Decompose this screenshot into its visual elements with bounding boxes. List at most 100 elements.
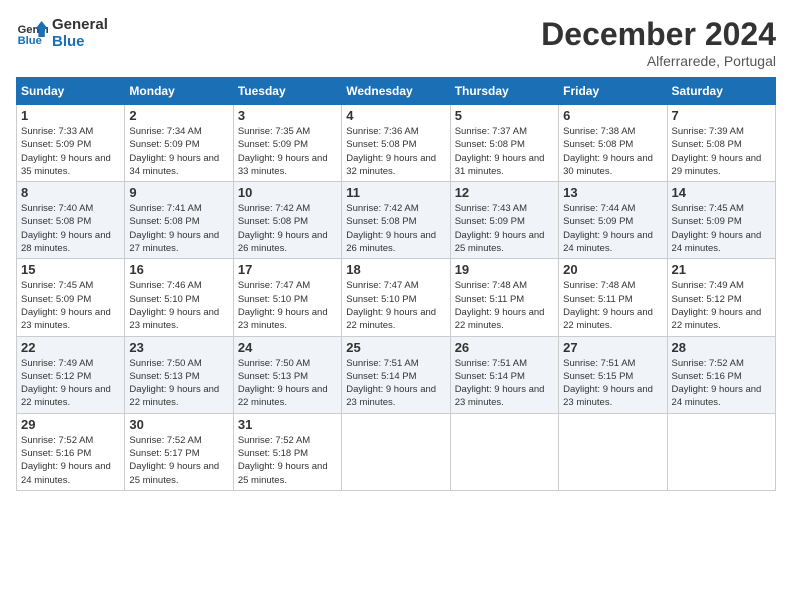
day-number: 31 xyxy=(238,417,337,432)
day-number: 12 xyxy=(455,185,554,200)
calendar-cell: 25 Sunrise: 7:51 AM Sunset: 5:14 PM Dayl… xyxy=(342,336,450,413)
calendar-cell: 29 Sunrise: 7:52 AM Sunset: 5:16 PM Dayl… xyxy=(17,413,125,490)
calendar-cell: 12 Sunrise: 7:43 AM Sunset: 5:09 PM Dayl… xyxy=(450,182,558,259)
calendar-cell: 4 Sunrise: 7:36 AM Sunset: 5:08 PM Dayli… xyxy=(342,105,450,182)
day-number: 10 xyxy=(238,185,337,200)
calendar-cell: 24 Sunrise: 7:50 AM Sunset: 5:13 PM Dayl… xyxy=(233,336,341,413)
day-number: 14 xyxy=(672,185,771,200)
day-number: 4 xyxy=(346,108,445,123)
calendar-cell: 30 Sunrise: 7:52 AM Sunset: 5:17 PM Dayl… xyxy=(125,413,233,490)
cell-content: Sunrise: 7:38 AM Sunset: 5:08 PM Dayligh… xyxy=(563,125,662,178)
day-number: 11 xyxy=(346,185,445,200)
logo-line2: Blue xyxy=(52,33,108,50)
calendar-cell xyxy=(450,413,558,490)
calendar-cell: 16 Sunrise: 7:46 AM Sunset: 5:10 PM Dayl… xyxy=(125,259,233,336)
calendar-row: 15 Sunrise: 7:45 AM Sunset: 5:09 PM Dayl… xyxy=(17,259,776,336)
col-saturday: Saturday xyxy=(667,78,775,105)
calendar-table: Sunday Monday Tuesday Wednesday Thursday… xyxy=(16,77,776,491)
cell-content: Sunrise: 7:44 AM Sunset: 5:09 PM Dayligh… xyxy=(563,202,662,255)
cell-content: Sunrise: 7:39 AM Sunset: 5:08 PM Dayligh… xyxy=(672,125,771,178)
col-sunday: Sunday xyxy=(17,78,125,105)
calendar-cell xyxy=(667,413,775,490)
cell-content: Sunrise: 7:49 AM Sunset: 5:12 PM Dayligh… xyxy=(672,279,771,332)
header-row: Sunday Monday Tuesday Wednesday Thursday… xyxy=(17,78,776,105)
cell-content: Sunrise: 7:49 AM Sunset: 5:12 PM Dayligh… xyxy=(21,357,120,410)
day-number: 6 xyxy=(563,108,662,123)
calendar-cell: 21 Sunrise: 7:49 AM Sunset: 5:12 PM Dayl… xyxy=(667,259,775,336)
calendar-cell xyxy=(342,413,450,490)
calendar-row: 29 Sunrise: 7:52 AM Sunset: 5:16 PM Dayl… xyxy=(17,413,776,490)
cell-content: Sunrise: 7:45 AM Sunset: 5:09 PM Dayligh… xyxy=(21,279,120,332)
cell-content: Sunrise: 7:51 AM Sunset: 5:14 PM Dayligh… xyxy=(346,357,445,410)
cell-content: Sunrise: 7:51 AM Sunset: 5:14 PM Dayligh… xyxy=(455,357,554,410)
calendar-cell: 14 Sunrise: 7:45 AM Sunset: 5:09 PM Dayl… xyxy=(667,182,775,259)
calendar-cell: 18 Sunrise: 7:47 AM Sunset: 5:10 PM Dayl… xyxy=(342,259,450,336)
calendar-cell: 15 Sunrise: 7:45 AM Sunset: 5:09 PM Dayl… xyxy=(17,259,125,336)
cell-content: Sunrise: 7:46 AM Sunset: 5:10 PM Dayligh… xyxy=(129,279,228,332)
cell-content: Sunrise: 7:36 AM Sunset: 5:08 PM Dayligh… xyxy=(346,125,445,178)
calendar-cell: 26 Sunrise: 7:51 AM Sunset: 5:14 PM Dayl… xyxy=(450,336,558,413)
day-number: 23 xyxy=(129,340,228,355)
col-friday: Friday xyxy=(559,78,667,105)
day-number: 24 xyxy=(238,340,337,355)
calendar-cell: 23 Sunrise: 7:50 AM Sunset: 5:13 PM Dayl… xyxy=(125,336,233,413)
calendar-cell: 31 Sunrise: 7:52 AM Sunset: 5:18 PM Dayl… xyxy=(233,413,341,490)
calendar-cell: 1 Sunrise: 7:33 AM Sunset: 5:09 PM Dayli… xyxy=(17,105,125,182)
cell-content: Sunrise: 7:35 AM Sunset: 5:09 PM Dayligh… xyxy=(238,125,337,178)
day-number: 1 xyxy=(21,108,120,123)
col-wednesday: Wednesday xyxy=(342,78,450,105)
col-monday: Monday xyxy=(125,78,233,105)
calendar-cell: 10 Sunrise: 7:42 AM Sunset: 5:08 PM Dayl… xyxy=(233,182,341,259)
calendar-cell: 17 Sunrise: 7:47 AM Sunset: 5:10 PM Dayl… xyxy=(233,259,341,336)
cell-content: Sunrise: 7:42 AM Sunset: 5:08 PM Dayligh… xyxy=(346,202,445,255)
cell-content: Sunrise: 7:42 AM Sunset: 5:08 PM Dayligh… xyxy=(238,202,337,255)
cell-content: Sunrise: 7:34 AM Sunset: 5:09 PM Dayligh… xyxy=(129,125,228,178)
logo: General Blue General Blue xyxy=(16,16,108,50)
calendar-cell: 3 Sunrise: 7:35 AM Sunset: 5:09 PM Dayli… xyxy=(233,105,341,182)
day-number: 25 xyxy=(346,340,445,355)
cell-content: Sunrise: 7:48 AM Sunset: 5:11 PM Dayligh… xyxy=(455,279,554,332)
day-number: 8 xyxy=(21,185,120,200)
cell-content: Sunrise: 7:52 AM Sunset: 5:17 PM Dayligh… xyxy=(129,434,228,487)
day-number: 13 xyxy=(563,185,662,200)
calendar-cell: 28 Sunrise: 7:52 AM Sunset: 5:16 PM Dayl… xyxy=(667,336,775,413)
location: Alferrarede, Portugal xyxy=(541,53,776,69)
page-header: General Blue General Blue December 2024 … xyxy=(16,16,776,69)
month-title: December 2024 xyxy=(541,16,776,53)
day-number: 30 xyxy=(129,417,228,432)
cell-content: Sunrise: 7:52 AM Sunset: 5:16 PM Dayligh… xyxy=(672,357,771,410)
calendar-cell: 9 Sunrise: 7:41 AM Sunset: 5:08 PM Dayli… xyxy=(125,182,233,259)
cell-content: Sunrise: 7:47 AM Sunset: 5:10 PM Dayligh… xyxy=(238,279,337,332)
calendar-cell: 8 Sunrise: 7:40 AM Sunset: 5:08 PM Dayli… xyxy=(17,182,125,259)
cell-content: Sunrise: 7:37 AM Sunset: 5:08 PM Dayligh… xyxy=(455,125,554,178)
calendar-row: 22 Sunrise: 7:49 AM Sunset: 5:12 PM Dayl… xyxy=(17,336,776,413)
cell-content: Sunrise: 7:52 AM Sunset: 5:18 PM Dayligh… xyxy=(238,434,337,487)
cell-content: Sunrise: 7:45 AM Sunset: 5:09 PM Dayligh… xyxy=(672,202,771,255)
col-thursday: Thursday xyxy=(450,78,558,105)
day-number: 27 xyxy=(563,340,662,355)
svg-text:Blue: Blue xyxy=(18,35,42,47)
day-number: 5 xyxy=(455,108,554,123)
cell-content: Sunrise: 7:33 AM Sunset: 5:09 PM Dayligh… xyxy=(21,125,120,178)
calendar-cell: 27 Sunrise: 7:51 AM Sunset: 5:15 PM Dayl… xyxy=(559,336,667,413)
calendar-cell: 2 Sunrise: 7:34 AM Sunset: 5:09 PM Dayli… xyxy=(125,105,233,182)
day-number: 17 xyxy=(238,262,337,277)
cell-content: Sunrise: 7:52 AM Sunset: 5:16 PM Dayligh… xyxy=(21,434,120,487)
day-number: 9 xyxy=(129,185,228,200)
cell-content: Sunrise: 7:40 AM Sunset: 5:08 PM Dayligh… xyxy=(21,202,120,255)
cell-content: Sunrise: 7:50 AM Sunset: 5:13 PM Dayligh… xyxy=(129,357,228,410)
calendar-cell: 20 Sunrise: 7:48 AM Sunset: 5:11 PM Dayl… xyxy=(559,259,667,336)
calendar-cell: 6 Sunrise: 7:38 AM Sunset: 5:08 PM Dayli… xyxy=(559,105,667,182)
day-number: 29 xyxy=(21,417,120,432)
cell-content: Sunrise: 7:43 AM Sunset: 5:09 PM Dayligh… xyxy=(455,202,554,255)
calendar-row: 8 Sunrise: 7:40 AM Sunset: 5:08 PM Dayli… xyxy=(17,182,776,259)
calendar-cell: 11 Sunrise: 7:42 AM Sunset: 5:08 PM Dayl… xyxy=(342,182,450,259)
day-number: 7 xyxy=(672,108,771,123)
day-number: 26 xyxy=(455,340,554,355)
calendar-cell: 5 Sunrise: 7:37 AM Sunset: 5:08 PM Dayli… xyxy=(450,105,558,182)
calendar-cell: 7 Sunrise: 7:39 AM Sunset: 5:08 PM Dayli… xyxy=(667,105,775,182)
calendar-cell: 13 Sunrise: 7:44 AM Sunset: 5:09 PM Dayl… xyxy=(559,182,667,259)
cell-content: Sunrise: 7:48 AM Sunset: 5:11 PM Dayligh… xyxy=(563,279,662,332)
day-number: 21 xyxy=(672,262,771,277)
calendar-cell: 19 Sunrise: 7:48 AM Sunset: 5:11 PM Dayl… xyxy=(450,259,558,336)
